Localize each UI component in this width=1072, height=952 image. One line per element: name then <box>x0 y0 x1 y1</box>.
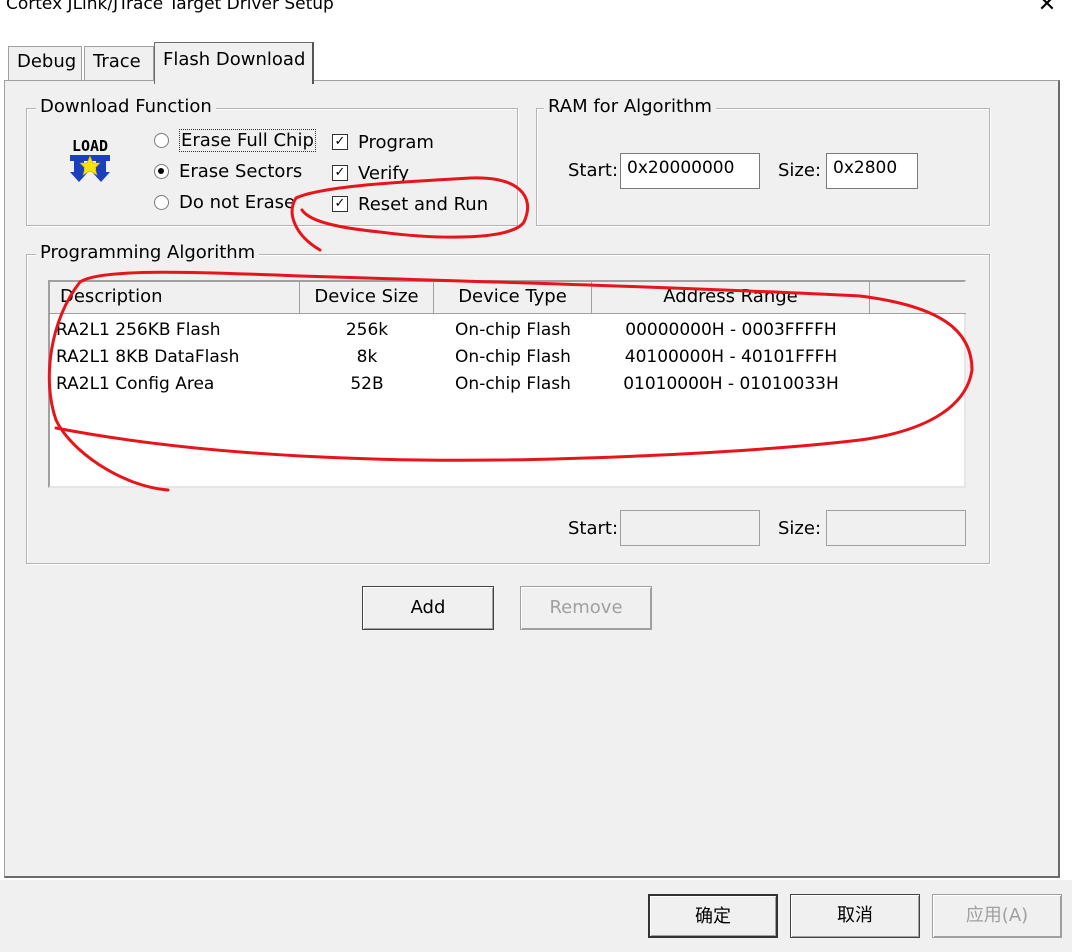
algorithm-size-label: Size: <box>778 518 822 539</box>
ram-size-field[interactable]: 0x2800 <box>826 153 918 189</box>
checkmark-icon[interactable]: ✓ <box>332 134 348 150</box>
algorithm-start-field[interactable] <box>620 510 760 546</box>
ram-size-label: Size: <box>778 160 822 181</box>
column-header-address-range[interactable]: Address Range <box>592 282 870 314</box>
cell-description: RA2L1 Config Area <box>56 374 215 394</box>
window-title: Cortex JLink/JTrace Target Driver Setup <box>6 0 334 14</box>
erase-full-chip-label: Erase Full Chip <box>179 128 316 152</box>
do-not-erase-label: Do not Erase <box>179 191 296 213</box>
tab-flash-download[interactable]: Flash Download <box>154 42 314 84</box>
ok-button[interactable]: 确定 <box>648 894 778 938</box>
ram-for-algorithm-legend: RAM for Algorithm <box>544 96 716 117</box>
verify-checkbox[interactable]: ✓ Verify <box>332 161 409 185</box>
algorithm-start-label: Start: <box>568 518 619 539</box>
apply-button[interactable]: 应用(A) <box>932 894 1062 938</box>
cancel-button[interactable]: 取消 <box>790 894 920 938</box>
remove-button[interactable]: Remove <box>520 586 652 630</box>
do-not-erase-radio[interactable]: Do not Erase <box>154 190 295 214</box>
reset-and-run-checkbox[interactable]: ✓ Reset and Run <box>332 192 488 216</box>
column-header-device-size[interactable]: Device Size <box>300 282 434 314</box>
reset-and-run-label: Reset and Run <box>358 193 489 215</box>
program-checkbox[interactable]: ✓ Program <box>332 130 434 154</box>
column-header-description[interactable]: Description <box>50 282 300 314</box>
cell-device-type: On-chip Flash <box>455 347 571 367</box>
load-icon: LOAD <box>64 134 116 186</box>
tab-trace[interactable]: Trace <box>84 46 154 82</box>
load-icon-text: LOAD <box>72 137 108 155</box>
checkmark-icon[interactable]: ✓ <box>332 165 348 181</box>
close-icon[interactable]: ✕ <box>1032 0 1062 20</box>
algorithm-size-field[interactable] <box>826 510 966 546</box>
algorithm-list[interactable]: Description Device Size Device Type Addr… <box>48 280 966 488</box>
radio-indicator-selected[interactable] <box>154 163 169 179</box>
cell-address-range: 01010000H - 01010033H <box>623 374 839 394</box>
table-row[interactable]: RA2L1 256KB Flash 256k On-chip Flash 000… <box>50 318 964 345</box>
verify-label: Verify <box>358 162 410 184</box>
cell-device-type: On-chip Flash <box>455 374 571 394</box>
erase-sectors-radio[interactable]: Erase Sectors <box>154 159 302 183</box>
column-header-device-type[interactable]: Device Type <box>434 282 592 314</box>
erase-full-chip-radio[interactable]: Erase Full Chip <box>154 128 316 152</box>
add-button[interactable]: Add <box>362 586 494 630</box>
cell-device-type: On-chip Flash <box>455 320 571 340</box>
ram-start-label: Start: <box>568 160 619 181</box>
cell-description: RA2L1 256KB Flash <box>56 320 221 340</box>
cell-device-size: 8k <box>356 347 378 367</box>
cell-address-range: 40100000H - 40101FFFH <box>624 347 838 367</box>
download-function-legend: Download Function <box>36 96 216 117</box>
radio-indicator[interactable] <box>154 194 169 210</box>
programming-algorithm-legend: Programming Algorithm <box>36 242 260 263</box>
cell-device-size: 52B <box>350 374 384 394</box>
tab-debug[interactable]: Debug <box>8 46 82 82</box>
column-header-empty <box>870 282 966 314</box>
ram-start-field[interactable]: 0x20000000 <box>620 153 760 189</box>
erase-sectors-label: Erase Sectors <box>179 160 303 182</box>
cell-address-range: 00000000H - 0003FFFFH <box>625 320 837 340</box>
cell-device-size: 256k <box>345 320 389 340</box>
table-row[interactable]: RA2L1 8KB DataFlash 8k On-chip Flash 401… <box>50 345 964 372</box>
radio-indicator[interactable] <box>154 132 169 148</box>
cell-description: RA2L1 8KB DataFlash <box>56 347 240 367</box>
checkmark-icon[interactable]: ✓ <box>332 196 348 212</box>
program-label: Program <box>358 131 434 153</box>
table-row[interactable]: RA2L1 Config Area 52B On-chip Flash 0101… <box>50 372 964 399</box>
